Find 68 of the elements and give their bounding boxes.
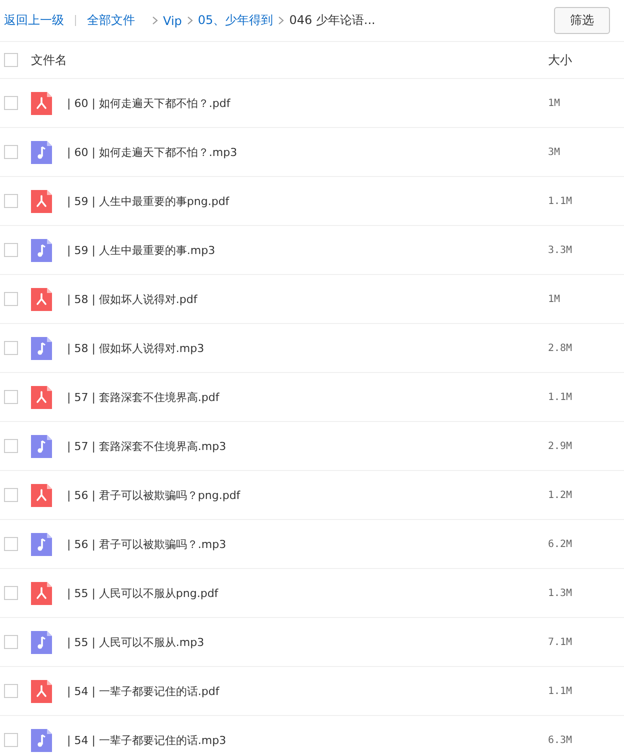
file-size: 1.1M — [548, 392, 574, 402]
file-size: 1M — [548, 294, 562, 304]
file-name[interactable]: | 58 | 假如坏人说得对.pdf — [67, 292, 527, 306]
row-checkbox[interactable] — [4, 635, 18, 649]
row-checkbox[interactable] — [4, 194, 18, 208]
file-name[interactable]: | 56 | 君子可以被欺骗吗？.mp3 — [67, 536, 527, 552]
back-link[interactable]: 返回上一级 — [4, 12, 64, 29]
file-name[interactable]: | 56 | 君子可以被欺骗吗？png.pdf — [67, 488, 527, 502]
file-name[interactable]: | 57 | 套路深套不住境界高.pdf — [67, 390, 527, 404]
file-name[interactable]: | 60 | 如何走遍天下都不怕？.pdf — [67, 96, 527, 110]
row-checkbox[interactable] — [4, 537, 18, 551]
file-name[interactable]: | 58 | 假如坏人说得对.mp3 — [67, 340, 527, 356]
pdf-file-icon — [31, 92, 52, 114]
music-file-icon — [31, 434, 52, 458]
row-checkbox[interactable] — [4, 390, 18, 404]
pdf-file-icon — [31, 190, 52, 212]
row-checkbox[interactable] — [4, 341, 18, 355]
column-header: 文件名 — [31, 52, 67, 68]
file-size: 3M — [548, 146, 562, 158]
file-size: 3.3M — [548, 244, 574, 256]
breadcrumb-link[interactable]: Vip — [163, 14, 182, 28]
file-size: 1.2M — [548, 490, 574, 500]
breadcrumb-current: 046 少年论语... — [289, 12, 376, 29]
music-file-icon — [31, 140, 52, 164]
column-header: 大小 — [548, 52, 573, 68]
file-size: 1.1M — [548, 196, 574, 206]
file-name[interactable]: | 54 | 一辈子都要记住的话.mp3 — [67, 732, 527, 748]
file-name[interactable]: | 55 | 人民可以不服从png.pdf — [67, 586, 527, 600]
file-name[interactable]: | 54 | 一辈子都要记住的话.pdf — [67, 684, 527, 698]
row-checkbox[interactable] — [4, 439, 18, 453]
music-file-icon — [31, 728, 52, 752]
filter-button[interactable]: 筛选 — [554, 7, 610, 34]
file-size: 1.3M — [548, 588, 574, 598]
file-name[interactable]: | 57 | 套路深套不住境界高.mp3 — [67, 438, 527, 454]
pdf-file-icon — [31, 680, 52, 702]
row-checkbox[interactable] — [4, 684, 18, 698]
row-checkbox[interactable] — [4, 96, 18, 110]
file-size: 6.2M — [548, 538, 574, 550]
pdf-file-icon — [31, 288, 52, 310]
breadcrumb-link[interactable]: 全部文件 — [87, 12, 135, 29]
row-checkbox[interactable] — [4, 243, 18, 257]
file-size: 2.9M — [548, 440, 574, 452]
row-checkbox[interactable] — [4, 586, 18, 600]
pdf-file-icon — [31, 386, 52, 408]
row-checkbox[interactable] — [4, 145, 18, 159]
file-size: 6.3M — [548, 734, 574, 746]
row-checkbox[interactable] — [4, 733, 18, 747]
pdf-file-icon — [31, 582, 52, 604]
file-size: 2.8M — [548, 342, 574, 354]
select-all-checkbox[interactable] — [4, 53, 18, 67]
file-size: 7.1M — [548, 636, 574, 648]
chevron-icon — [186, 16, 193, 25]
chevron-icon — [278, 16, 284, 25]
file-name[interactable]: | 59 | 人生中最重要的事.mp3 — [67, 242, 527, 258]
row-checkbox[interactable] — [4, 292, 18, 306]
pdf-file-icon — [31, 484, 52, 506]
file-name[interactable]: | 55 | 人民可以不服从.mp3 — [67, 634, 527, 650]
row-checkbox[interactable] — [4, 488, 18, 502]
music-file-icon — [31, 336, 52, 360]
music-file-icon — [31, 238, 52, 262]
music-file-icon — [31, 532, 52, 556]
music-file-icon — [31, 630, 52, 654]
file-name[interactable]: | 59 | 人生中最重要的事png.pdf — [67, 194, 527, 208]
chevron-icon — [152, 16, 158, 25]
file-size: 1.1M — [548, 686, 574, 696]
file-size: 1M — [548, 98, 562, 108]
file-name[interactable]: | 60 | 如何走遍天下都不怕？.mp3 — [67, 144, 527, 160]
breadcrumb-link[interactable]: 05、少年得到 — [198, 12, 274, 29]
